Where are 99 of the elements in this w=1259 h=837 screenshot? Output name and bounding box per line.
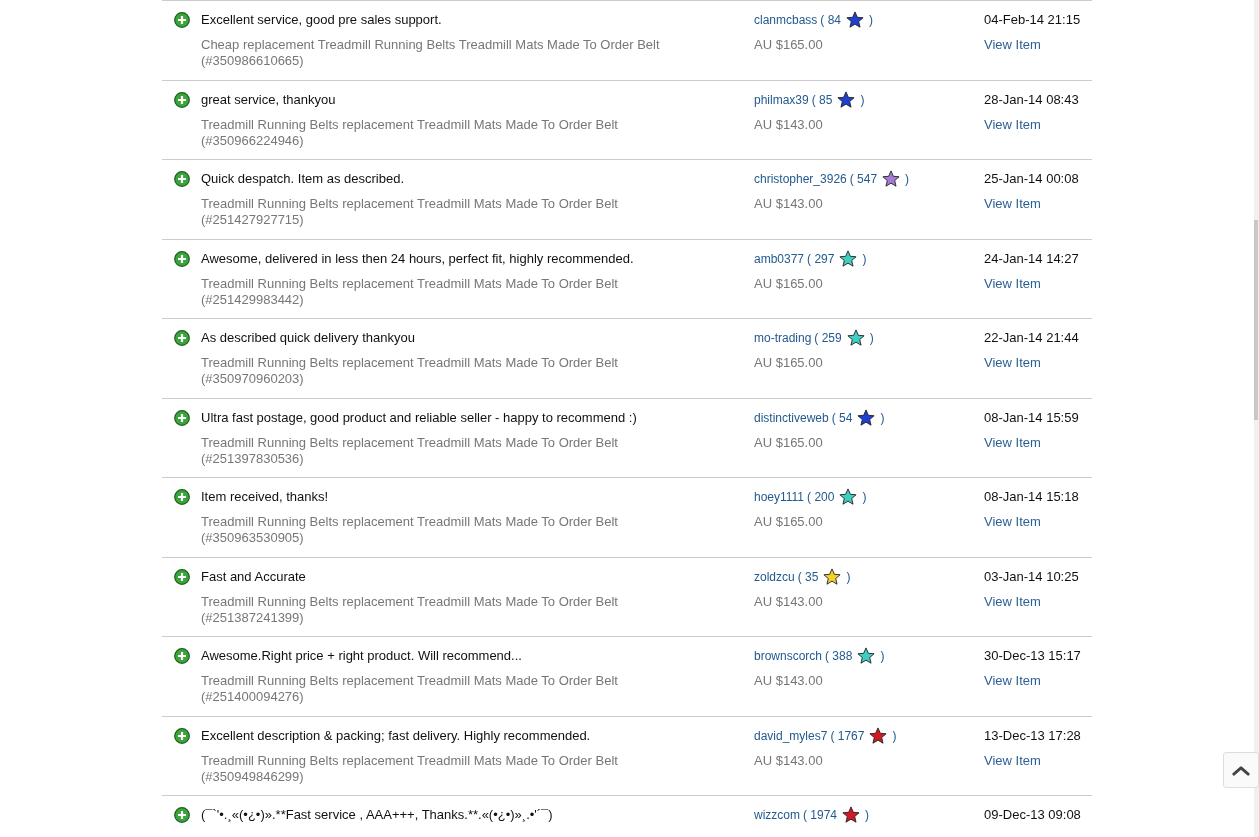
buyer-link[interactable]: zoldzcu: [754, 569, 795, 584]
item-price: AU $143.00: [754, 673, 824, 688]
positive-plus-icon: [173, 807, 190, 823]
feedback-score: ( 1974: [803, 808, 838, 822]
closing-paren: ): [860, 92, 865, 107]
item-title: Treadmill Running Belts replacement Treadmill Mats Made To Order Belt (#350949846299): [201, 752, 619, 785]
feedback-score: ( 85: [811, 92, 833, 107]
feedback-score: ( 200: [807, 490, 835, 504]
buyer-link[interactable]: hoey1111: [754, 490, 805, 504]
feedback-date: 09-Dec-13 09:08: [984, 807, 1082, 823]
feedback-date: 08-Jan-14 15:59: [984, 409, 1080, 426]
back-to-top-button[interactable]: [1223, 752, 1259, 788]
feedback-date: 13-Dec-13 17:28: [984, 727, 1082, 744]
feedback-comment: Quick despatch. Item as described.: [201, 171, 406, 187]
buyer-link[interactable]: christopher_3926: [754, 172, 847, 186]
item-price: AU $143.00: [754, 752, 824, 768]
feedback-score: ( 1767: [830, 728, 865, 743]
item-title: Treadmill Running Belts replacement Treadmill Mats Made To Order Belt (#251429983442): [201, 275, 619, 308]
feedback-comment: Ultra fast postage, good product and reliable seller - happy to recommend :): [201, 409, 638, 426]
positive-plus-icon: [173, 171, 190, 187]
item-price: AU $143.00: [754, 196, 824, 211]
closing-paren: ): [862, 251, 867, 266]
feedback-score: ( 84: [820, 13, 842, 27]
positive-plus-icon: [173, 91, 190, 108]
feedback-comment: Awesome, delivered in less then 24 hours, perfect fit, highly recommended.: [201, 250, 635, 267]
feedback-date: 22-Jan-14 21:44: [984, 330, 1080, 346]
closing-paren: ): [880, 410, 885, 425]
closing-paren: ): [892, 728, 897, 743]
feedback-comment: Fast and Accurate: [201, 568, 307, 585]
item-price: AU $143.00: [754, 593, 824, 609]
item-price: AU $165.00: [754, 434, 824, 450]
closing-paren: ): [869, 331, 874, 345]
feedback-score: ( 54: [831, 410, 853, 425]
item-price: AU $165.00: [754, 514, 824, 529]
item-title: Treadmill Running Belts replacement Treadmill Mats Made To Order Belt (#251397830536): [201, 434, 619, 467]
view-item-link[interactable]: View Item: [984, 196, 1041, 211]
positive-plus-icon: [173, 568, 190, 585]
item-title: Treadmill Running Belts replacement Treadmill Mats Made To Order Belt (#350966224946): [201, 116, 619, 149]
item-title: Treadmill Running Belts replacement Treadmill Mats Made To Order Belt (#251427927715): [201, 196, 619, 228]
positive-plus-icon: [173, 489, 190, 505]
view-item-link[interactable]: View Item: [984, 116, 1041, 132]
closing-paren: ): [905, 172, 910, 186]
buyer-link[interactable]: philmax39: [754, 92, 809, 107]
feedback-comment: Awesome.Right price + right product. Will recommend...: [201, 648, 523, 664]
chevron-up-icon: [1232, 764, 1250, 776]
view-item-link[interactable]: View Item: [984, 593, 1041, 609]
feedback-date: 25-Jan-14 00:08: [984, 171, 1080, 187]
positive-plus-icon: [173, 250, 190, 267]
feedback-date: 28-Jan-14 08:43: [984, 91, 1080, 108]
positive-plus-icon: [173, 648, 190, 664]
item-title: Cheap replacement Treadmill Running Belts Treadmill Mats Made To Order Belt (#350986610665): [201, 37, 661, 69]
feedback-comment: (¯`'•.¸«(•¿•)».**Fast service , AAA+++, Thanks.**.«(•¿•)»¸.•'´¯): [201, 807, 554, 823]
feedback-score: ( 547: [849, 172, 878, 186]
item-price: AU $165.00: [754, 37, 824, 52]
buyer-link[interactable]: wizzcom: [754, 808, 800, 822]
positive-plus-icon: [173, 12, 190, 28]
buyer-link[interactable]: amb0377: [754, 251, 805, 266]
closing-paren: ): [862, 490, 867, 504]
feedback-date: 24-Jan-14 14:27: [984, 250, 1080, 267]
view-item-link[interactable]: View Item: [984, 434, 1041, 450]
item-title: Treadmill Running Belts replacement Treadmill Mats Made To Order Belt (#350963530905): [201, 514, 619, 546]
closing-paren: ): [880, 649, 885, 663]
buyer-link[interactable]: distinctiveweb: [754, 410, 829, 425]
buyer-link[interactable]: mo-trading: [754, 331, 812, 345]
feedback-score: ( 35: [797, 569, 819, 584]
item-price: AU $165.00: [754, 355, 824, 370]
view-item-link[interactable]: View Item: [984, 673, 1041, 688]
view-item-link[interactable]: View Item: [984, 752, 1041, 768]
buyer-link[interactable]: clanmcbass: [754, 13, 818, 27]
positive-plus-icon: [173, 409, 190, 426]
feedback-comment: Excellent description & packing; fast delivery. Highly recommended.: [201, 727, 592, 744]
view-item-link[interactable]: View Item: [984, 275, 1041, 291]
positive-plus-icon: [173, 330, 190, 346]
feedback-comment: As described quick delivery thankyou: [201, 330, 416, 346]
feedback-date: 30-Dec-13 15:17: [984, 648, 1082, 664]
item-title: Treadmill Running Belts replacement Treadmill Mats Made To Order Belt (#251387241399): [201, 593, 619, 626]
feedback-date: 03-Jan-14 10:25: [984, 568, 1080, 585]
feedback-comment: Item received, thanks!: [201, 489, 330, 505]
feedback-comment: Excellent service, good pre sales support.: [201, 12, 443, 28]
closing-paren: ): [869, 13, 874, 27]
scrollbar-thumb[interactable]: [1254, 220, 1258, 420]
item-title: Treadmill Running Belts replacement Treadmill Mats Made To Order Belt (#251400094276): [201, 673, 619, 705]
feedback-date: 04-Feb-14 21:15: [984, 12, 1082, 28]
view-item-link[interactable]: View Item: [984, 37, 1041, 52]
item-title: Treadmill Running Belts replacement Treadmill Mats Made To Order Belt (#350970960203): [201, 355, 619, 387]
feedback-comment: great service, thankyou: [201, 91, 337, 108]
positive-plus-icon: [173, 727, 190, 744]
feedback-score: ( 297: [807, 251, 835, 266]
feedback-score: ( 259: [814, 331, 842, 345]
feedback-date: 08-Jan-14 15:18: [984, 489, 1080, 505]
feedback-score: ( 388: [825, 649, 853, 663]
buyer-link[interactable]: brownscorch: [754, 649, 823, 663]
closing-paren: ): [865, 808, 870, 822]
item-price: AU $143.00: [754, 116, 824, 132]
buyer-link[interactable]: david_myles7: [754, 728, 828, 743]
view-item-link[interactable]: View Item: [984, 514, 1041, 529]
item-price: AU $165.00: [754, 275, 824, 291]
view-item-link[interactable]: View Item: [984, 355, 1041, 370]
closing-paren: ): [846, 569, 851, 584]
